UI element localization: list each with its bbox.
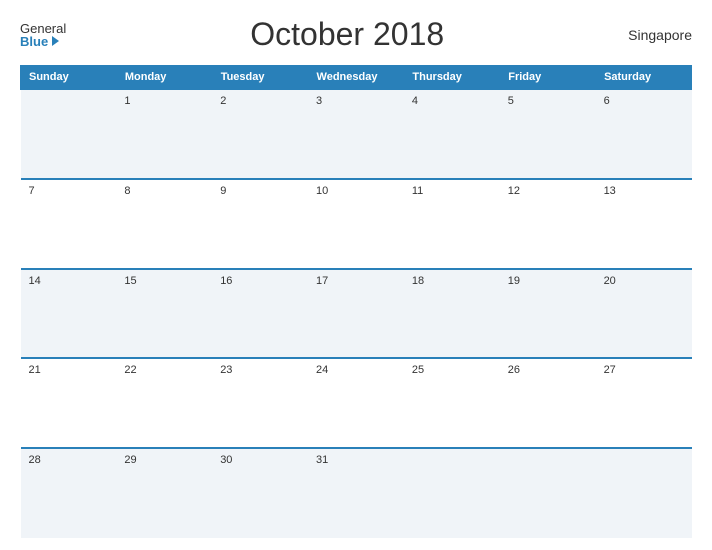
calendar-cell-w3d1: 22 [116, 358, 212, 448]
calendar-cell-w0d3: 3 [308, 89, 404, 179]
calendar-cell-w2d1: 15 [116, 269, 212, 359]
col-tuesday: Tuesday [212, 66, 308, 90]
calendar-cell-w4d5 [500, 448, 596, 538]
calendar-table: Sunday Monday Tuesday Wednesday Thursday… [20, 65, 692, 538]
calendar-cell-w3d2: 23 [212, 358, 308, 448]
logo-triangle-icon [52, 36, 59, 46]
calendar-week-1: 78910111213 [21, 179, 692, 269]
location-label: Singapore [628, 27, 692, 43]
calendar-cell-w0d2: 2 [212, 89, 308, 179]
calendar-cell-w2d2: 16 [212, 269, 308, 359]
calendar-cell-w3d3: 24 [308, 358, 404, 448]
logo: General Blue [20, 22, 66, 48]
calendar-cell-w0d6: 6 [596, 89, 692, 179]
calendar-body: 1234567891011121314151617181920212223242… [21, 89, 692, 538]
calendar-header: Sunday Monday Tuesday Wednesday Thursday… [21, 66, 692, 90]
col-monday: Monday [116, 66, 212, 90]
calendar-cell-w1d3: 10 [308, 179, 404, 269]
calendar-cell-w2d5: 19 [500, 269, 596, 359]
month-title: October 2018 [250, 16, 444, 53]
calendar-cell-w1d6: 13 [596, 179, 692, 269]
logo-general-text: General [20, 22, 66, 35]
calendar-cell-w1d1: 8 [116, 179, 212, 269]
col-thursday: Thursday [404, 66, 500, 90]
calendar-cell-w2d6: 20 [596, 269, 692, 359]
calendar-cell-w0d0 [21, 89, 117, 179]
calendar-cell-w4d0: 28 [21, 448, 117, 538]
calendar-week-3: 21222324252627 [21, 358, 692, 448]
calendar-cell-w0d1: 1 [116, 89, 212, 179]
header: General Blue October 2018 Singapore [20, 16, 692, 53]
calendar-cell-w3d5: 26 [500, 358, 596, 448]
calendar-cell-w3d4: 25 [404, 358, 500, 448]
calendar-cell-w4d2: 30 [212, 448, 308, 538]
calendar-cell-w0d5: 5 [500, 89, 596, 179]
col-saturday: Saturday [596, 66, 692, 90]
col-friday: Friday [500, 66, 596, 90]
calendar-cell-w0d4: 4 [404, 89, 500, 179]
calendar-cell-w2d3: 17 [308, 269, 404, 359]
calendar-cell-w1d4: 11 [404, 179, 500, 269]
calendar-week-0: 123456 [21, 89, 692, 179]
calendar-cell-w2d4: 18 [404, 269, 500, 359]
calendar-cell-w4d4 [404, 448, 500, 538]
calendar-header-row: Sunday Monday Tuesday Wednesday Thursday… [21, 66, 692, 90]
calendar-cell-w1d5: 12 [500, 179, 596, 269]
calendar-cell-w3d6: 27 [596, 358, 692, 448]
calendar-cell-w4d1: 29 [116, 448, 212, 538]
calendar-cell-w4d6 [596, 448, 692, 538]
calendar-cell-w2d0: 14 [21, 269, 117, 359]
calendar-week-2: 14151617181920 [21, 269, 692, 359]
col-wednesday: Wednesday [308, 66, 404, 90]
calendar-cell-w3d0: 21 [21, 358, 117, 448]
calendar-cell-w1d2: 9 [212, 179, 308, 269]
logo-blue-text: Blue [20, 35, 48, 48]
logo-blue-row: Blue [20, 35, 59, 48]
calendar-cell-w1d0: 7 [21, 179, 117, 269]
calendar-week-4: 28293031 [21, 448, 692, 538]
col-sunday: Sunday [21, 66, 117, 90]
calendar-cell-w4d3: 31 [308, 448, 404, 538]
